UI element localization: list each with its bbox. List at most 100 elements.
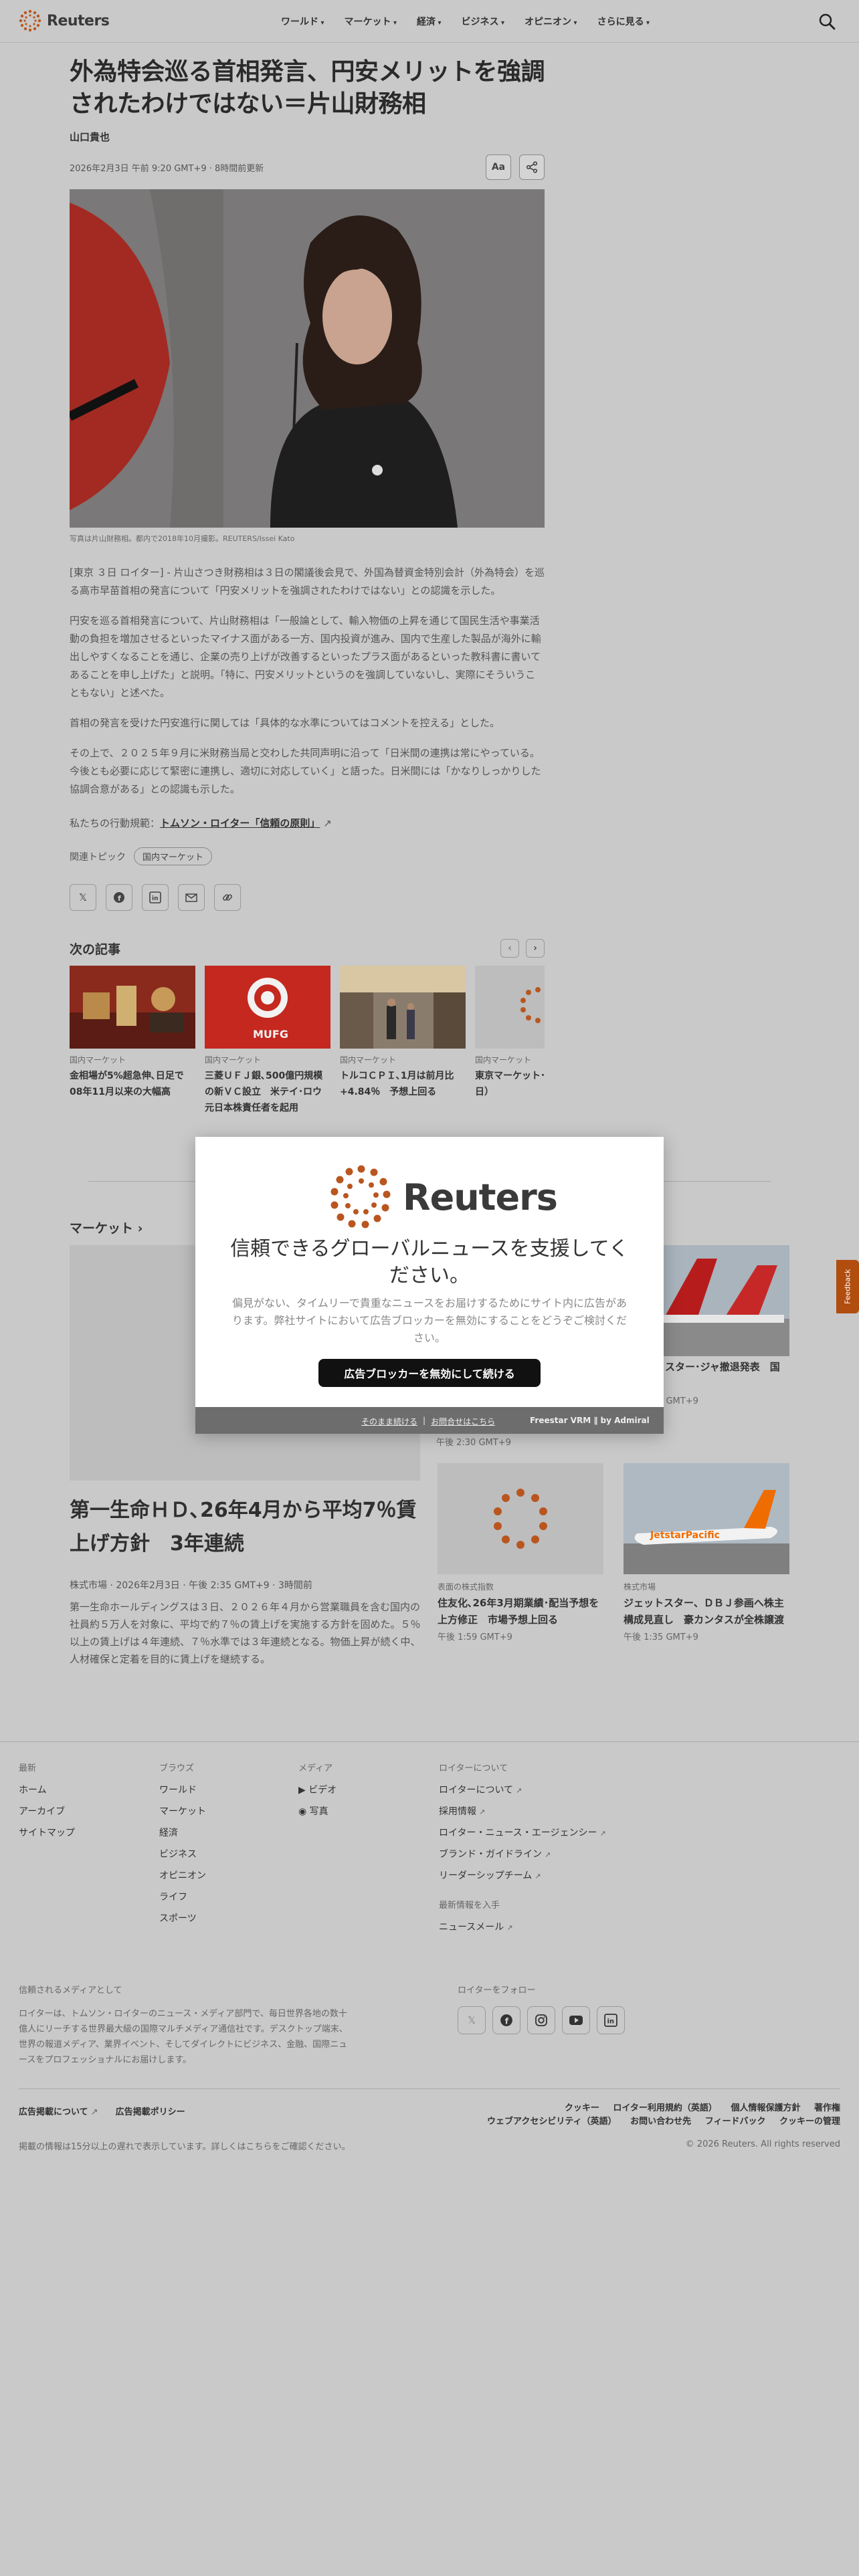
external-link-icon: ↗ (535, 1872, 541, 1881)
market-main-headline[interactable]: 第一生命ＨＤ､26年4月から平均7％賃上げ方針 3年連続 (70, 1494, 431, 1561)
card-title[interactable]: 東京マーケット･サマリー（3日） (475, 1068, 545, 1100)
trust-principles-link[interactable]: トムソン・ロイター「信頼の原則」 (160, 817, 320, 829)
chevron-left-icon[interactable]: ‹ (500, 939, 519, 958)
modal-logo: Reuters (329, 1165, 558, 1229)
next-article-image (340, 966, 466, 1049)
nav-item-more[interactable]: さらに見る (597, 15, 650, 28)
footer-link[interactable]: ライフ (159, 1890, 206, 1903)
text-size-button[interactable]: Aa (486, 154, 511, 180)
nav-item-world[interactable]: ワールド (281, 15, 324, 28)
nav-item-opinion[interactable]: オピニオン (524, 15, 577, 28)
x-icon[interactable]: 𝕏 (458, 2006, 486, 2034)
footer-link[interactable]: リーダーシップチーム ↗ (439, 1868, 606, 1882)
footer-legal-link[interactable]: ロイター利用規約（英語） (613, 2103, 717, 2113)
footer-heading: ブラウズ (159, 1763, 195, 1774)
contact-link[interactable]: お問合せはこちら (431, 1416, 495, 1427)
footer-about-section: 信頼されるメディアとして ロイターは、トムソン・ロイターのニュース・メディア部門… (19, 1983, 840, 2068)
next-article-card[interactable]: 国内マーケット 金相場が5%超急伸､日足で08年11月以来の大幅高 (70, 966, 195, 1100)
footer-link[interactable]: ブランド・ガイドライン ↗ (439, 1847, 606, 1860)
email-share-icon[interactable] (178, 884, 205, 911)
disable-adblock-button[interactable]: 広告ブロッカーを無効にして続ける (318, 1359, 541, 1387)
card-title[interactable]: 三菱ＵＦＪ銀､500億円規模の新ＶＣ設立 米テイ･ロウ元日本株責任者を起用 (205, 1068, 330, 1116)
linkedin-icon[interactable]: in (597, 2006, 625, 2034)
nav-item-economy[interactable]: 経済 (417, 15, 442, 28)
footer-bottom-link[interactable]: 広告掲載ポリシー (116, 2105, 185, 2117)
admiral-brand[interactable]: Freestar VRM ∥ by Admiral (530, 1416, 650, 1425)
footer-legal-link[interactable]: お問い合わせ先 (630, 2117, 691, 2127)
side-card-title[interactable]: 住友化､26年3月期業績･配当予想を上方修正 市場予想上回る (438, 1595, 603, 1628)
chevron-right-icon[interactable]: › (526, 939, 545, 958)
search-icon[interactable] (818, 12, 836, 31)
card-kicker: 国内マーケット (475, 1055, 532, 1065)
footer-link[interactable]: 採用情報 ↗ (439, 1804, 606, 1818)
footer-link[interactable]: ワールド (159, 1783, 206, 1796)
feedback-tab[interactable]: Feedback (836, 1260, 859, 1313)
article-author[interactable]: 山口貴也 (70, 130, 545, 144)
side-card-kicker: 株式市場 (624, 1582, 656, 1592)
footer-heading: メディア (298, 1763, 333, 1774)
topic-pill[interactable]: 国内マーケット (134, 847, 213, 865)
continue-link[interactable]: そのまま続ける (361, 1416, 417, 1427)
footer-legal-link[interactable]: クッキー (565, 2103, 599, 2113)
next-articles-carousel: 国内マーケット 金相場が5%超急伸､日足で08年11月以来の大幅高 MUFG 国… (70, 966, 545, 1140)
footer-link[interactable]: ビジネス (159, 1847, 206, 1860)
footer-link[interactable]: サイトマップ (19, 1826, 75, 1839)
principles-prefix: 私たちの行動規範： (70, 817, 161, 829)
footer-link[interactable]: スポーツ (159, 1911, 206, 1925)
svg-text:f: f (505, 2017, 509, 2026)
market-section-title[interactable]: マーケット › (70, 1218, 142, 1237)
next-article-card[interactable]: 国内マーケット 東京マーケット･サマリー（3日） (475, 966, 545, 1100)
card-title[interactable]: 金相場が5%超急伸､日足で08年11月以来の大幅高 (70, 1068, 195, 1100)
market-side-card[interactable]: JetstarPacific 株式市場 ジェットスター、ＤＢＪ参画へ株主構成見直… (624, 1463, 789, 1642)
instagram-icon[interactable] (527, 2006, 555, 2034)
footer-legal-link[interactable]: ウェブアクセシビリティ（英語） (487, 2117, 617, 2127)
footer-link[interactable]: 経済 (159, 1826, 206, 1839)
footer-link[interactable]: ロイター・ニュース・エージェンシー ↗ (439, 1826, 606, 1839)
market-side-card[interactable]: 表面の株式指数 住友化､26年3月期業績･配当予想を上方修正 市場予想上回る 午… (438, 1463, 603, 1642)
facebook-icon[interactable]: f (492, 2006, 520, 2034)
article-headline: 外為特会巡る首相発言、円安メリットを強調されたわけではない＝片山財務相 (70, 58, 545, 118)
main-nav: ワールド マーケット 経済 ビジネス オピニオン さらに見る (281, 15, 650, 28)
footer-link-photos[interactable]: ◉ 写真 (298, 1804, 337, 1818)
footer-link-label: ニュースメール (439, 1922, 504, 1933)
linkedin-share-icon[interactable]: in (142, 884, 169, 911)
footer-link[interactable]: ホーム (19, 1783, 75, 1796)
footer-col-about: ロイターについて ロイターについて ↗ 採用情報 ↗ ロイター・ニュース・エージェン… (439, 1761, 606, 1941)
footer-legal-link[interactable]: フィードバック (705, 2117, 766, 2127)
footer-col-media: メディア ▶︎ ビデオ ◉ 写真 (298, 1761, 337, 1826)
footer-legal-link[interactable]: クッキーの管理 (779, 2117, 840, 2127)
market-side-image (438, 1463, 603, 1574)
footer-link[interactable]: オピニオン (159, 1868, 206, 1882)
modal-links: そのまま続ける | お問合せはこちら (361, 1416, 495, 1427)
facebook-share-icon[interactable]: f (106, 884, 132, 911)
share-button[interactable] (519, 154, 545, 180)
next-article-card[interactable]: 国内マーケット トルコＣＰＩ､1月は前月比+4.84％ 予想上回る (340, 966, 466, 1100)
nav-item-markets[interactable]: マーケット (345, 15, 397, 28)
footer-link[interactable]: ニュースメール ↗ (439, 1920, 606, 1933)
footer-legal-link[interactable]: 個人情報保護方針 (731, 2103, 800, 2113)
footer-heading: 信頼されるメディアとして (19, 1985, 122, 1996)
svg-text:MUFG: MUFG (253, 1028, 288, 1041)
footer-legal-link[interactable]: 著作権 (814, 2103, 840, 2113)
next-article-image (70, 966, 195, 1049)
next-article-card[interactable]: MUFG 国内マーケット 三菱ＵＦＪ銀､500億円規模の新ＶＣ設立 米テイ･ロウ… (205, 966, 330, 1116)
next-articles-title: 次の記事 (70, 942, 121, 957)
footer-bottom-link[interactable]: 広告掲載について ↗ (19, 2105, 98, 2117)
reuters-logo[interactable]: Reuters (19, 9, 110, 32)
x-share-icon[interactable]: 𝕏 (70, 884, 96, 911)
footer-link[interactable]: マーケット (159, 1804, 206, 1818)
footer-link[interactable]: アーカイブ (19, 1804, 75, 1818)
next-article-image (475, 966, 545, 1049)
card-title[interactable]: トルコＣＰＩ､1月は前月比+4.84％ 予想上回る (340, 1068, 466, 1100)
footer-link-label: 採用情報 (439, 1806, 476, 1817)
link-separator: | (423, 1416, 426, 1425)
camera-icon: ◉ (298, 1806, 310, 1817)
youtube-icon[interactable] (562, 2006, 590, 2034)
side-card-title[interactable]: ジェットスター、ＤＢＪ参画へ株主構成見直し 豪カンタスが全株譲渡 (624, 1595, 789, 1628)
copyright: © 2026 Reuters. All rights reserved (685, 2139, 840, 2149)
svg-text:in: in (607, 2018, 614, 2025)
nav-item-business[interactable]: ビジネス (462, 15, 505, 28)
footer-link-video[interactable]: ▶︎ ビデオ (298, 1783, 337, 1796)
footer-link[interactable]: ロイターについて ↗ (439, 1783, 606, 1796)
copy-link-icon[interactable] (214, 884, 241, 911)
